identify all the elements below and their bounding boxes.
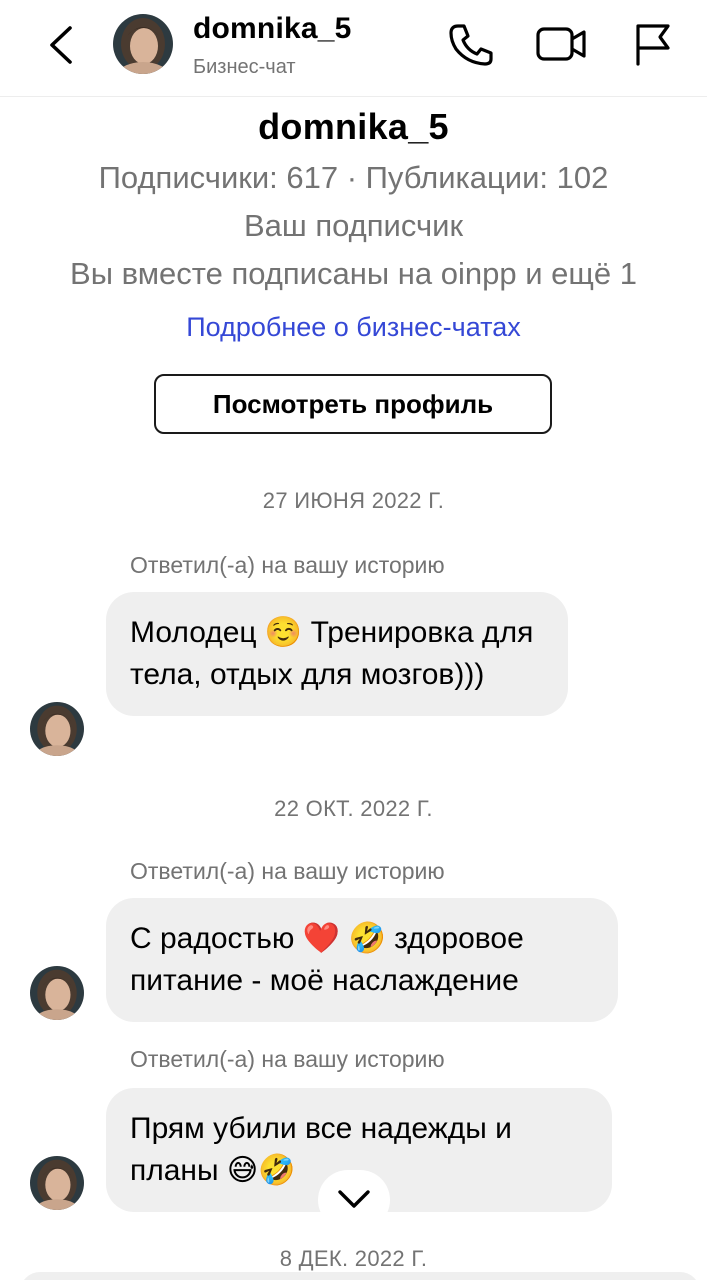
date-separator: 27 ИЮНЯ 2022 Г. <box>262 488 445 513</box>
business-chat-info-link[interactable]: Подробнее о бизнес-чатах <box>0 312 707 343</box>
avatar-image <box>30 1156 84 1210</box>
follow-status: Ваш подписчик <box>243 208 464 243</box>
video-call-button[interactable] <box>534 20 590 68</box>
story-reply-label: Ответил(-а) на вашу историю <box>130 1046 445 1072</box>
scroll-to-bottom-button[interactable] <box>318 1170 390 1230</box>
date-separator: 8 ДЕК. 2022 Г. <box>279 1246 428 1271</box>
chevron-left-icon <box>50 26 72 64</box>
video-camera-icon <box>536 27 586 61</box>
avatar-image <box>30 702 84 756</box>
back-button[interactable] <box>40 22 80 68</box>
header-subtitle: Бизнес-чат <box>193 56 296 78</box>
report-button[interactable] <box>628 20 676 68</box>
chevron-down-icon <box>338 1190 370 1208</box>
flag-icon <box>636 24 670 66</box>
chat-screen: domnika_5 Бизнес-чат domnika_5 Подписчик… <box>0 0 707 1280</box>
message-bubble[interactable]: Молодец ☺️ Тренировка для тела, отдых дл… <box>106 592 568 716</box>
call-button[interactable] <box>445 20 497 68</box>
date-separator: 22 ОКТ. 2022 Г. <box>274 796 433 821</box>
mutual-followers: Вы вместе подписаны на oinpp и ещё 1 <box>70 256 637 291</box>
chat-header: domnika_5 Бизнес-чат <box>0 0 707 97</box>
header-avatar[interactable] <box>113 14 173 74</box>
profile-stats: Подписчики: 617 · Публикации: 102 <box>98 160 609 195</box>
message-bubble-partial[interactable] <box>20 1272 700 1280</box>
profile-name: domnika_5 <box>258 106 449 147</box>
sender-avatar[interactable] <box>30 702 84 756</box>
story-reply-label: Ответил(-а) на вашу историю <box>130 552 445 578</box>
view-profile-button[interactable]: Посмотреть профиль <box>154 374 552 434</box>
sender-avatar[interactable] <box>30 966 84 1020</box>
phone-icon <box>449 24 493 66</box>
avatar-image <box>113 14 173 74</box>
story-reply-label: Ответил(-а) на вашу историю <box>130 858 445 884</box>
avatar-image <box>30 966 84 1020</box>
header-username[interactable]: domnika_5 <box>193 12 352 46</box>
message-bubble[interactable]: С радостью ❤️ 🤣 здоровое питание - моё н… <box>106 898 618 1022</box>
sender-avatar[interactable] <box>30 1156 84 1210</box>
